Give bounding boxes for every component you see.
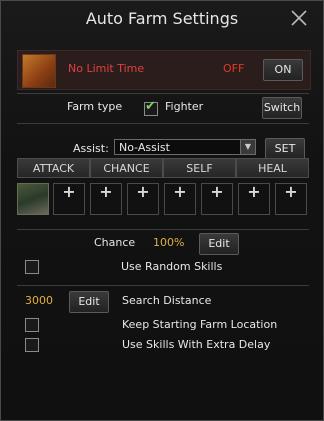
tab-chance[interactable]: CHANCE — [90, 158, 163, 178]
limit-time-row: No Limit Time OFF ON — [17, 50, 311, 90]
search-distance-label: Search Distance — [122, 294, 212, 307]
checkmark-icon: ✔ — [145, 99, 156, 114]
extra-delay-checkbox[interactable] — [25, 338, 39, 352]
limit-status: OFF — [223, 62, 245, 75]
skill-slot-add[interactable]: + — [90, 183, 122, 215]
chevron-down-icon[interactable]: ▼ — [240, 140, 255, 154]
extra-delay-label: Use Skills With Extra Delay — [122, 338, 271, 351]
chance-value: 100% — [153, 236, 185, 249]
fighter-checkbox[interactable]: ✔ — [144, 99, 158, 116]
random-skills-checkbox[interactable] — [25, 260, 39, 274]
skill-tabs: ATTACK CHANCE SELF HEAL — [17, 158, 309, 178]
chance-label: Chance — [94, 236, 136, 249]
chance-edit-button[interactable]: Edit — [199, 233, 239, 255]
assist-value: No-Assist — [119, 141, 170, 154]
warrior-skill-icon[interactable] — [17, 183, 49, 215]
keep-location-label: Keep Starting Farm Location — [122, 318, 278, 331]
close-icon[interactable] — [289, 8, 309, 28]
tab-self[interactable]: SELF — [163, 158, 236, 178]
skill-slot-add[interactable]: + — [275, 183, 307, 215]
skill-slot-add[interactable]: + — [238, 183, 270, 215]
distance-edit-button[interactable]: Edit — [69, 291, 109, 313]
search-distance-value: 3000 — [25, 294, 53, 307]
window-title: Auto Farm Settings — [85, 9, 239, 28]
tab-attack[interactable]: ATTACK — [17, 158, 90, 178]
assist-dropdown[interactable]: No-Assist ▼ — [114, 139, 256, 155]
set-button[interactable]: SET — [265, 138, 305, 160]
skill-slot-add[interactable]: + — [164, 183, 196, 215]
limit-time-label: No Limit Time — [68, 62, 145, 75]
scroll-icon — [22, 54, 56, 88]
assist-label: Assist: — [73, 142, 109, 155]
random-skills-label: Use Random Skills — [121, 260, 223, 273]
tab-heal[interactable]: HEAL — [236, 158, 309, 178]
skill-slot-add[interactable]: + — [53, 183, 85, 215]
skill-slot-add[interactable]: + — [127, 183, 159, 215]
on-button[interactable]: ON — [263, 59, 303, 81]
divider — [17, 285, 309, 286]
fighter-label: Fighter — [165, 100, 204, 113]
farm-type-label: Farm type — [67, 100, 123, 113]
skill-slot-add[interactable]: + — [201, 183, 233, 215]
divider — [17, 93, 309, 94]
switch-button[interactable]: Switch — [262, 97, 302, 119]
divider — [17, 123, 309, 124]
keep-location-checkbox[interactable] — [25, 318, 39, 332]
divider — [17, 229, 309, 230]
auto-farm-window: Auto Farm Settings No Limit Time OFF ON … — [0, 0, 324, 421]
